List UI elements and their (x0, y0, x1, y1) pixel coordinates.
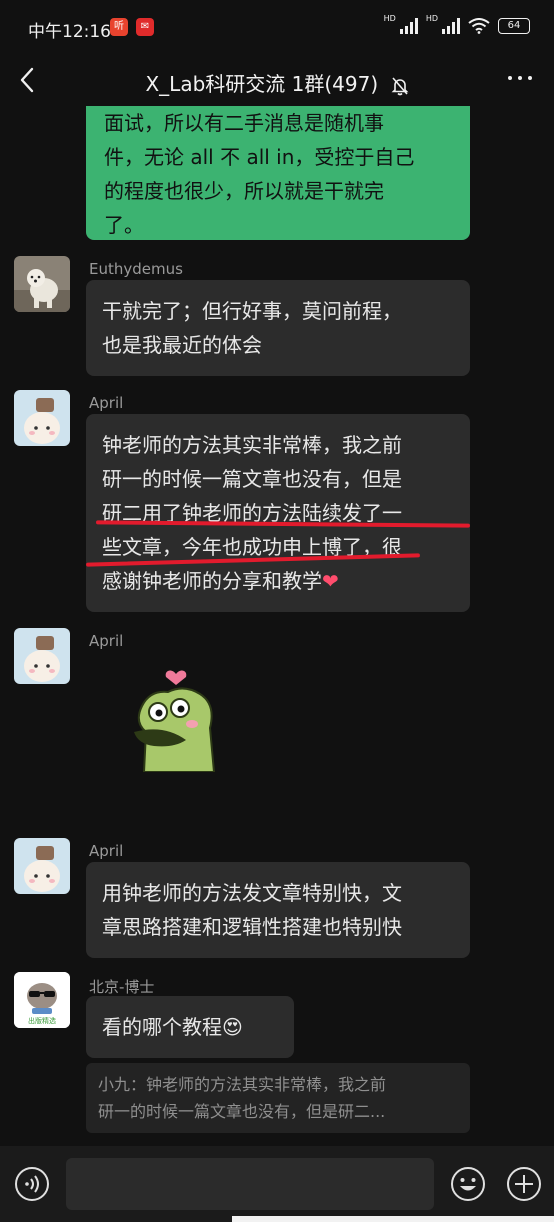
emoji-icon[interactable] (450, 1166, 486, 1202)
mail-app-badge: ✉ (136, 18, 154, 36)
listen-app-badge: 听 (110, 18, 128, 36)
sender-name: April (89, 394, 124, 412)
rabbit-avatar-icon (14, 628, 70, 684)
battery-icon: 64 (498, 18, 530, 34)
avatar[interactable] (14, 838, 70, 894)
status-right-icons: HD HD 64 (384, 14, 530, 34)
avatar[interactable]: 出版精选 (14, 972, 70, 1028)
green-frog-sticker-icon[interactable] (124, 662, 224, 772)
heart-emoji: ❤ (322, 569, 339, 593)
chat-header: X_Lab科研交流 1群(497) (0, 56, 554, 106)
plus-icon[interactable] (506, 1166, 542, 1202)
avatar[interactable] (14, 390, 70, 446)
signal-icon (399, 18, 418, 34)
sender-name: April (89, 632, 124, 650)
message-bubble[interactable]: 干就完了；但行好事，莫问前程， 也是我最近的体会 (86, 280, 470, 376)
self-message-bubble[interactable]: 面试，所以有二手消息是随机事 件，无论 all 不 all in，受控于自己 的… (86, 106, 470, 240)
avatar[interactable] (14, 256, 70, 312)
voice-icon[interactable] (14, 1166, 50, 1202)
wifi-icon (468, 18, 490, 34)
signal-icon-2 (442, 18, 460, 34)
input-bar (0, 1146, 554, 1222)
rabbit-avatar-icon (14, 390, 70, 446)
sender-name: 北京-博士 (89, 978, 155, 996)
sender-name: Euthydemus (89, 260, 183, 278)
chat-title-wrap[interactable]: X_Lab科研交流 1群(497) (0, 68, 554, 97)
message-input[interactable] (66, 1158, 434, 1210)
message-bubble[interactable]: 看的哪个教程😍 (86, 996, 294, 1058)
sender-name: April (89, 842, 124, 860)
rabbit-avatar-icon (14, 838, 70, 894)
home-indicator (232, 1216, 554, 1222)
message-bubble[interactable]: 钟老师的方法其实非常棒，我之前 研一的时候一篇文章也没有，但是 研二用了钟老师的… (86, 414, 470, 612)
polar-bear-avatar-icon (14, 256, 70, 312)
bell-off-icon (391, 76, 408, 95)
heart-eyes-emoji: 😍 (222, 1015, 243, 1039)
avatar[interactable] (14, 628, 70, 684)
more-dots-icon[interactable] (508, 76, 532, 80)
message-bubble[interactable]: 用钟老师的方法发文章特别快，文 章思路搭建和逻辑性搭建也特别快 (86, 862, 470, 958)
avatar-caption: 出版精选 (28, 1017, 56, 1025)
status-bar: 中午12:16 听 ✉ HD HD 64 (0, 0, 554, 56)
quoted-reply[interactable]: 小九：钟老师的方法其实非常棒，我之前 研一的时候一篇文章也没有，但是研二... (86, 1063, 470, 1133)
chat-title: X_Lab科研交流 1群(497) (145, 72, 379, 96)
message-list[interactable]: 面试，所以有二手消息是随机事 件，无论 all 不 all in，受控于自己 的… (0, 106, 554, 1146)
status-time: 中午12:16 (28, 22, 111, 42)
